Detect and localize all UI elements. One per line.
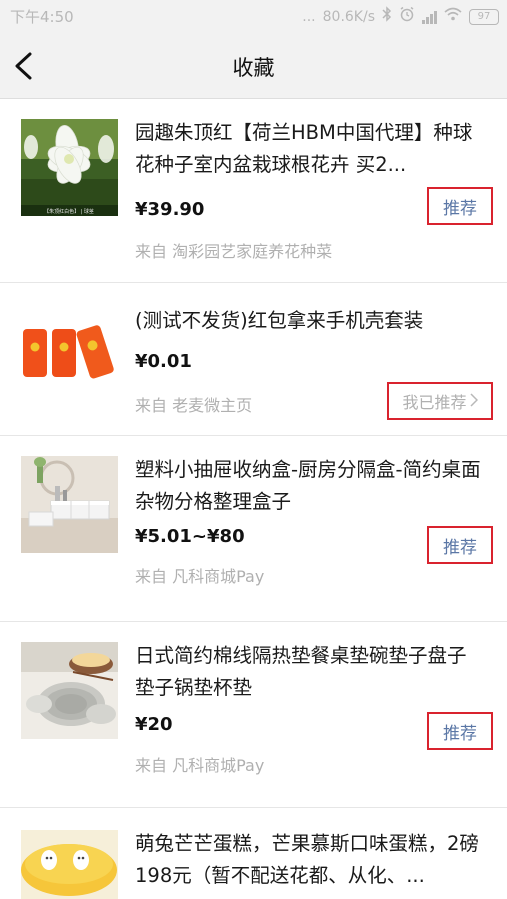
product-source[interactable]: 来自 凡科商城Pay <box>135 563 264 587</box>
recommend-button[interactable]: 推荐 <box>427 712 493 750</box>
chevron-right-icon <box>469 392 478 411</box>
product-thumbnail[interactable] <box>21 642 118 739</box>
product-source[interactable]: 来自 老麦微主页 <box>135 392 252 416</box>
product-source[interactable]: 来自 凡科商城Pay <box>135 752 264 776</box>
battery-icon: 97 <box>469 8 499 25</box>
more-dots-icon: ... <box>302 8 316 25</box>
product-title[interactable]: 园趣朱顶红【荷兰HBM中国代理】种球花种子室内盆栽球根花卉 买2... <box>135 117 485 181</box>
list-item[interactable]: 【朱顶红白色】 | 球茎 园趣朱顶红【荷兰HBM中国代理】种球花种子室内盆栽球根… <box>0 99 507 283</box>
list-item[interactable]: 萌兔芒芒蛋糕，芒果慕斯口味蛋糕，2磅198元（暂不配送花都、从化、... <box>0 808 507 899</box>
recommend-button[interactable]: 推荐 <box>427 187 493 225</box>
recommend-button[interactable]: 推荐 <box>427 526 493 564</box>
status-time: 下午4:50 <box>10 8 74 26</box>
network-speed: 80.6K/s <box>322 8 375 25</box>
list-item[interactable]: 塑料小抽屉收纳盒-厨房分隔盒-简约桌面杂物分格整理盒子 ¥5.01~¥80 来自… <box>0 436 507 622</box>
product-title[interactable]: 日式简约棉线隔热垫餐桌垫碗垫子盘子垫子锅垫杯垫 <box>135 640 485 704</box>
status-icons: ... 80.6K/s 97 <box>302 6 499 27</box>
product-price: ¥39.90 <box>135 199 205 220</box>
recommended-button[interactable]: 我已推荐 <box>387 382 493 420</box>
bluetooth-icon <box>382 6 392 27</box>
favorites-list: 【朱顶红白色】 | 球茎 园趣朱顶红【荷兰HBM中国代理】种球花种子室内盆栽球根… <box>0 99 507 899</box>
product-source[interactable]: 来自 淘彩园艺家庭养花种菜 <box>135 238 332 262</box>
nav-bar: 收藏 <box>0 32 507 99</box>
wifi-icon <box>444 7 462 26</box>
product-title[interactable]: 萌兔芒芒蛋糕，芒果慕斯口味蛋糕，2磅198元（暂不配送花都、从化、... <box>135 828 485 892</box>
product-thumbnail[interactable] <box>21 456 118 553</box>
product-price: ¥0.01 <box>135 351 192 372</box>
product-price: ¥20 <box>135 714 173 735</box>
thumbnail-caption: 【朱顶红白色】 | 球茎 <box>44 208 94 215</box>
product-thumbnail[interactable] <box>21 313 118 397</box>
status-bar: 下午4:50 ... 80.6K/s 97 <box>0 0 507 32</box>
recommended-label: 我已推荐 <box>402 393 467 412</box>
list-item[interactable]: (测试不发货)红包拿来手机壳套装 ¥0.01 来自 老麦微主页 我已推荐 <box>0 283 507 436</box>
product-price: ¥5.01~¥80 <box>135 526 245 547</box>
product-title[interactable]: 塑料小抽屉收纳盒-厨房分隔盒-简约桌面杂物分格整理盒子 <box>135 454 485 518</box>
page-title: 收藏 <box>232 56 275 80</box>
product-title[interactable]: (测试不发货)红包拿来手机壳套装 <box>135 305 485 337</box>
alarm-icon <box>399 6 415 27</box>
list-item[interactable]: 日式简约棉线隔热垫餐桌垫碗垫子盘子垫子锅垫杯垫 ¥20 来自 凡科商城Pay 推… <box>0 622 507 808</box>
signal-icon <box>422 10 437 24</box>
product-thumbnail[interactable] <box>21 830 118 899</box>
product-thumbnail[interactable]: 【朱顶红白色】 | 球茎 <box>21 119 118 216</box>
